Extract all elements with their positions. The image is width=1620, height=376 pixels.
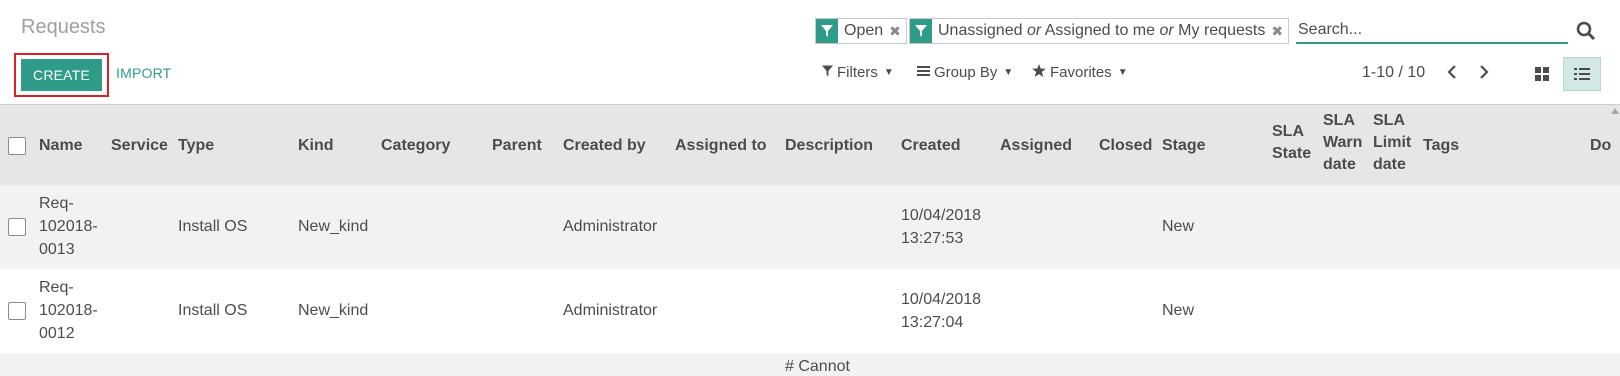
row-checkbox[interactable]	[8, 218, 26, 236]
star-icon	[1032, 64, 1046, 81]
group-by-dropdown[interactable]: Group By ▼	[917, 64, 1013, 81]
cell-kind: New_kind	[298, 218, 369, 235]
cell-kind: New_kind	[298, 302, 369, 319]
requests-table: Name Service Type Kind Category Parent C…	[0, 104, 1620, 376]
close-icon[interactable]: ✖	[889, 23, 906, 40]
column-header-parent[interactable]: Parent	[492, 135, 542, 157]
column-header-sla-limit-date[interactable]: SLA Limit date	[1373, 110, 1411, 176]
filters-label: Filters	[837, 64, 878, 81]
favorites-label: Favorites	[1050, 64, 1112, 81]
row-checkbox[interactable]	[8, 302, 26, 320]
facet-open[interactable]: Open ✖	[815, 18, 907, 44]
column-header-type[interactable]: Type	[178, 135, 214, 157]
import-button[interactable]: IMPORT	[116, 65, 171, 81]
list-bars-icon	[917, 64, 930, 81]
cell-name: Req- 102018- 0013	[39, 195, 98, 258]
cell-stage: New	[1162, 302, 1195, 319]
filter-icon	[816, 19, 838, 43]
cell-created: 10/04/2018 13:27:53	[901, 207, 982, 247]
footer-text: # Cannot	[785, 358, 850, 375]
caret-down-icon: ▼	[883, 67, 894, 78]
cell-type: Install OS	[178, 302, 248, 319]
cell-stage: New	[1162, 218, 1195, 235]
caret-down-icon: ▼	[1117, 67, 1128, 78]
list-view-icon[interactable]	[1563, 57, 1601, 91]
close-icon[interactable]: ✖	[1271, 23, 1288, 40]
filter-icon	[822, 64, 833, 81]
favorites-dropdown[interactable]: Favorites ▼	[1032, 64, 1128, 81]
create-button[interactable]: CREATE	[21, 59, 102, 91]
pager-value[interactable]: 1-10 / 10	[1362, 64, 1425, 82]
caret-down-icon: ▼	[1003, 67, 1014, 78]
create-button-highlight: CREATE	[14, 53, 109, 97]
cell-created-by: Administrator	[563, 302, 658, 319]
column-header-tags[interactable]: Tags	[1423, 135, 1459, 157]
column-header-service[interactable]: Service	[111, 135, 168, 157]
facet-label: Unassigned or Assigned to me or My reque…	[938, 22, 1266, 39]
kanban-view-icon[interactable]	[1524, 57, 1560, 91]
column-header-name[interactable]: Name	[39, 135, 83, 157]
scroll-up-arrow-icon[interactable]	[1611, 108, 1619, 114]
facet-assignment[interactable]: Unassigned or Assigned to me or My reque…	[909, 18, 1290, 44]
column-header-do[interactable]: Do	[1590, 135, 1611, 157]
search-icon[interactable]	[1576, 21, 1596, 41]
facet-label: Open	[844, 22, 884, 39]
column-header-description[interactable]: Description	[785, 135, 873, 157]
group-by-label: Group By	[934, 64, 998, 81]
filter-icon	[910, 19, 932, 43]
cell-type: Install OS	[178, 218, 248, 235]
column-header-created[interactable]: Created	[901, 135, 961, 157]
filters-dropdown[interactable]: Filters ▼	[822, 64, 894, 81]
chevron-right-icon[interactable]	[1472, 60, 1496, 84]
column-header-assigned[interactable]: Assigned	[1000, 135, 1072, 157]
select-all-checkbox[interactable]	[8, 137, 26, 155]
cell-created: 10/04/2018 13:27:04	[901, 291, 982, 331]
column-header-closed[interactable]: Closed	[1099, 135, 1152, 157]
chevron-left-icon[interactable]	[1440, 60, 1464, 84]
search-input[interactable]	[1296, 18, 1568, 44]
column-header-kind[interactable]: Kind	[298, 135, 334, 157]
table-header: Name Service Type Kind Category Parent C…	[0, 104, 1620, 185]
cell-name: Req- 102018- 0012	[39, 279, 98, 342]
cell-created-by: Administrator	[563, 218, 658, 235]
column-header-sla-warn-date[interactable]: SLA Warn date	[1323, 110, 1362, 176]
column-header-sla-state[interactable]: SLA State	[1272, 121, 1311, 165]
column-header-category[interactable]: Category	[381, 135, 450, 157]
column-header-stage[interactable]: Stage	[1162, 135, 1206, 157]
column-header-assigned-to[interactable]: Assigned to	[675, 135, 767, 157]
column-header-created-by[interactable]: Created by	[563, 135, 646, 157]
page-title: Requests	[21, 16, 106, 38]
table-row[interactable]: Req- 102018- 0013 Install OS New_kind Admi…	[0, 185, 1620, 269]
table-row[interactable]: Req- 102018- 0012 Install OS New_kind Admi…	[0, 269, 1620, 353]
